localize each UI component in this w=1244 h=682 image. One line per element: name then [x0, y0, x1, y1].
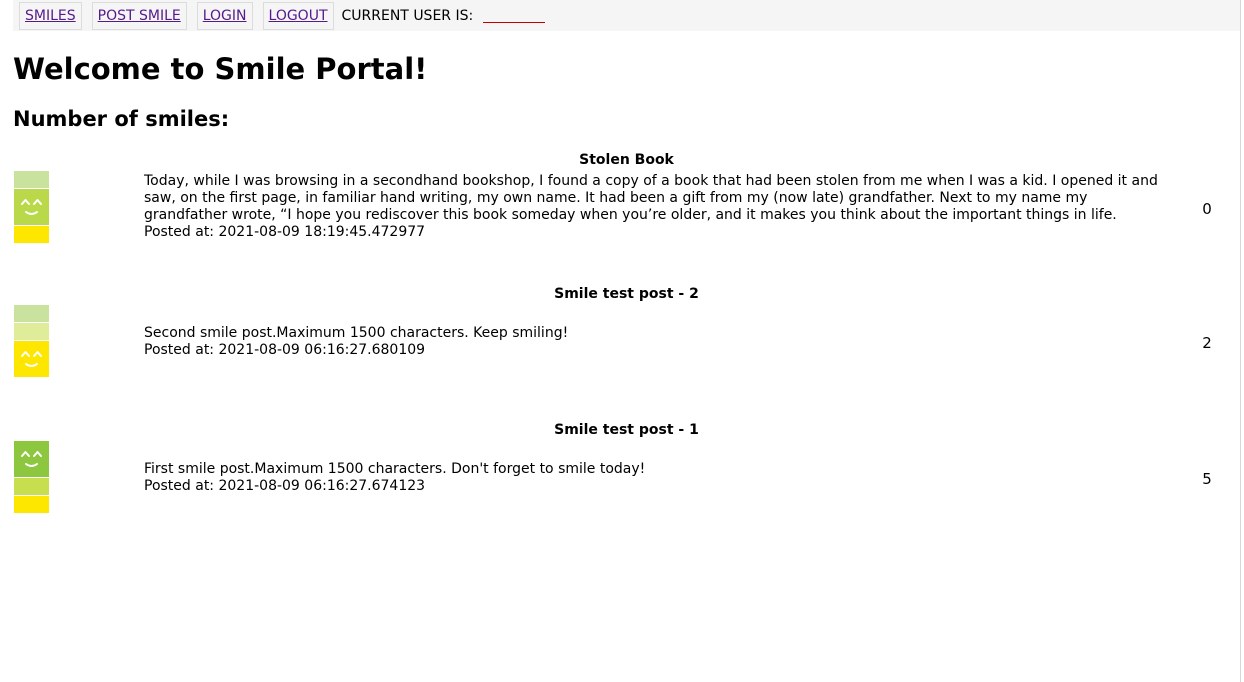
current-user-label: CURRENT USER IS:	[341, 7, 474, 24]
smile-meter	[14, 441, 49, 514]
meter-segment	[14, 496, 49, 513]
meter-segment	[14, 323, 49, 340]
nav-link-post-smile[interactable]: POST SMILE	[91, 1, 187, 30]
meter-face-segment	[14, 189, 49, 225]
smiley-face-icon	[14, 189, 49, 225]
post-timestamp: Posted at: 2021-08-09 06:16:27.680109	[144, 342, 426, 358]
meter-segment	[14, 171, 49, 188]
post-timestamp: Posted at: 2021-08-09 06:16:27.674123	[144, 478, 426, 494]
page-right-border	[1240, 0, 1241, 682]
smile-count: 5	[1202, 470, 1212, 488]
post-body-text: Second smile post.Maximum 1500 character…	[144, 325, 569, 341]
smile-count: 0	[1202, 200, 1212, 218]
nav-link-login[interactable]: LOGIN	[196, 1, 253, 30]
smile-count: 2	[1202, 334, 1212, 352]
smile-count-heading: Number of smiles:	[13, 107, 230, 131]
post-title: Smile test post - 1	[554, 422, 699, 438]
post-content: First smile post.Maximum 1500 characters…	[144, 461, 1174, 495]
meter-segment	[14, 305, 49, 322]
post-title: Stolen Book	[579, 152, 674, 168]
post-content: Second smile post.Maximum 1500 character…	[144, 325, 1174, 359]
top-navbar: SMILES POST SMILE LOGIN LOGOUT CURRENT U…	[13, 0, 1240, 31]
current-user-value	[483, 9, 546, 23]
meter-face-segment	[14, 341, 49, 377]
nav-link-logout[interactable]: LOGOUT	[262, 1, 334, 30]
meter-segment	[14, 478, 49, 495]
meter-segment	[14, 226, 49, 243]
nav-link-smiles[interactable]: SMILES	[19, 1, 82, 30]
page-title: Welcome to Smile Portal!	[13, 52, 428, 86]
post-title: Smile test post - 2	[554, 286, 699, 302]
smile-meter	[14, 305, 49, 378]
post-timestamp: Posted at: 2021-08-09 18:19:45.472977	[144, 224, 426, 240]
post-body-text: Today, while I was browsing in a secondh…	[144, 173, 1158, 223]
smiley-face-icon	[14, 441, 49, 477]
post-body-text: First smile post.Maximum 1500 characters…	[144, 461, 646, 477]
smiley-face-icon	[14, 341, 49, 377]
meter-face-segment	[14, 441, 49, 477]
post-content: Today, while I was browsing in a secondh…	[144, 173, 1174, 241]
smile-meter	[14, 171, 49, 244]
